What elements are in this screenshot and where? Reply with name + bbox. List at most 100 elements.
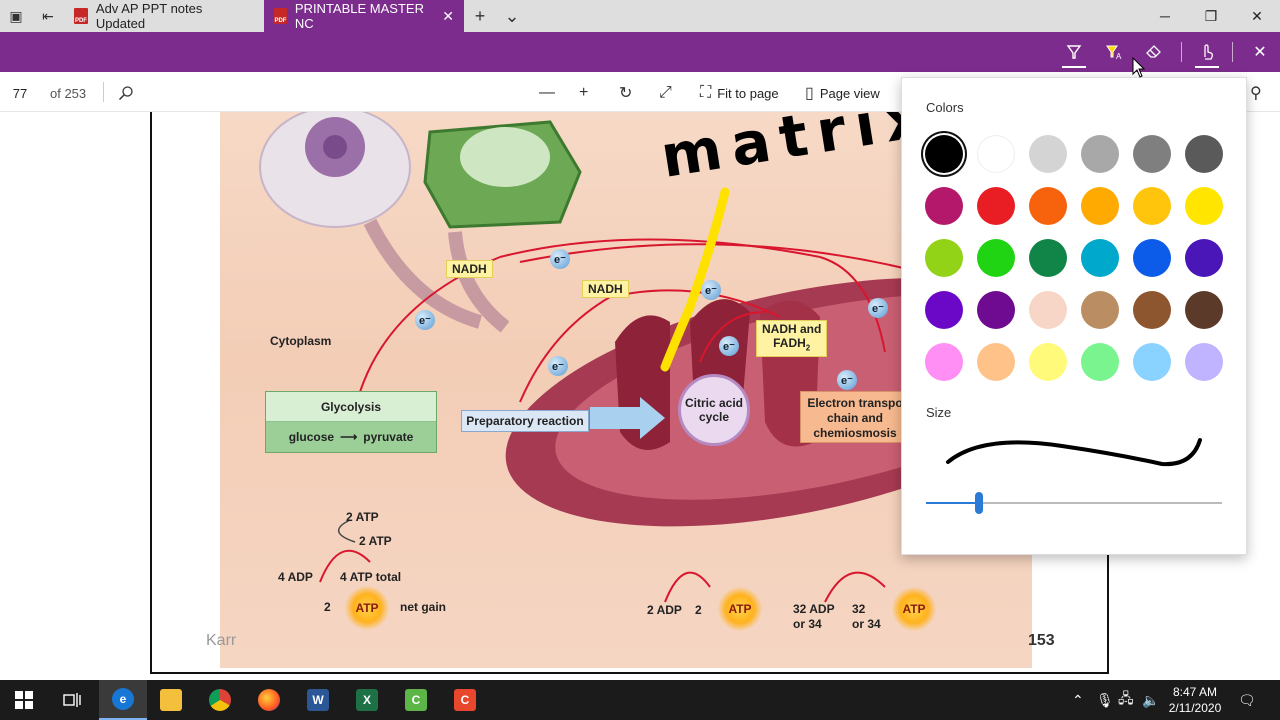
color-swatch[interactable] — [925, 291, 963, 329]
taskbar-camtasia-recorder[interactable]: C — [392, 680, 440, 720]
adp-32-label: 32 ADP or 34 — [793, 602, 835, 632]
color-swatch[interactable] — [1133, 187, 1171, 225]
network-tray[interactable]: 🖧 — [1118, 680, 1134, 720]
speaker-muted-icon: 🔈 — [1142, 691, 1160, 708]
taskbar-firefox[interactable] — [245, 680, 293, 720]
arrow-right-icon: ⟶ — [340, 430, 358, 444]
show-hidden-icons-button[interactable]: ⌃ — [1072, 680, 1084, 720]
color-swatch[interactable] — [1081, 239, 1119, 277]
color-swatch[interactable] — [977, 239, 1015, 277]
color-swatch[interactable] — [925, 239, 963, 277]
colors-heading: Colors — [926, 100, 964, 115]
color-swatch[interactable] — [1185, 291, 1223, 329]
touch-writing-button[interactable] — [1187, 32, 1227, 72]
set-aside-tabs-icon[interactable]: ⇤ — [32, 0, 64, 32]
citric-line2: cycle — [698, 410, 730, 424]
highlight-button[interactable]: A — [1094, 32, 1134, 72]
full-screen-button[interactable]: ⤢ — [659, 80, 672, 106]
edge-icon: e — [112, 688, 134, 710]
color-swatch[interactable] — [1081, 187, 1119, 225]
atp-burst-icon: ATP — [345, 586, 389, 630]
tab-label: Adv AP PPT notes Updated — [95, 1, 203, 31]
color-swatch[interactable] — [925, 135, 963, 173]
color-swatch[interactable] — [977, 343, 1015, 381]
page-view-button[interactable]: ▯ Page view — [805, 80, 880, 106]
net-gain-label: net gain — [400, 600, 447, 614]
notification-icon: 🗨 — [1238, 691, 1256, 708]
find-button[interactable] — [118, 80, 134, 106]
color-swatch[interactable] — [977, 187, 1015, 225]
zoom-in-button[interactable]: + — [579, 80, 588, 106]
electron-marker: e⁻ — [550, 249, 570, 269]
color-swatch[interactable] — [925, 343, 963, 381]
taskbar-file-explorer[interactable] — [147, 680, 195, 720]
system-clock[interactable]: 8:47 AM 2/11/2020 — [1162, 684, 1228, 716]
color-swatch[interactable] — [1133, 291, 1171, 329]
pin-toolbar-button[interactable]: ⚲ — [1250, 80, 1262, 106]
color-swatch[interactable] — [1185, 135, 1223, 173]
electron-marker: e⁻ — [868, 298, 888, 318]
color-swatch[interactable] — [1029, 135, 1067, 173]
preparatory-reaction-box: Preparatory reaction — [461, 410, 589, 432]
color-swatch[interactable] — [1081, 291, 1119, 329]
atp-total-label: 4 ATP total — [340, 570, 402, 584]
fit-to-page-button[interactable]: ⛶ Fit to page — [700, 80, 779, 106]
color-swatch[interactable] — [1133, 239, 1171, 277]
color-swatch[interactable] — [1029, 187, 1067, 225]
color-swatch[interactable] — [1029, 343, 1067, 381]
rotate-button[interactable]: ↻ — [619, 80, 632, 106]
page-number-input[interactable]: 77 — [0, 80, 40, 106]
tab-adv-ap-ppt-notes[interactable]: PDF Adv AP PPT notes Updated — [64, 0, 264, 32]
pdf-icon: PDF — [74, 8, 88, 24]
title-bar: ▣ ⇤ PDF Adv AP PPT notes Updated PDF PRI… — [0, 0, 1280, 32]
minimize-button[interactable]: ─ — [1142, 0, 1188, 32]
color-swatch[interactable] — [1029, 291, 1067, 329]
size-heading: Size — [926, 405, 952, 420]
restore-button[interactable]: ❐ — [1188, 0, 1234, 32]
size-slider-thumb[interactable] — [975, 492, 984, 514]
task-view-button[interactable] — [48, 680, 96, 720]
start-button[interactable] — [0, 680, 48, 720]
electron-marker: e⁻ — [701, 280, 721, 300]
taskbar-excel[interactable]: X — [343, 680, 391, 720]
taskbar-camtasia[interactable]: C — [441, 680, 489, 720]
glucose-label: glucose — [288, 430, 335, 444]
draw-button[interactable] — [1054, 32, 1094, 72]
color-swatch[interactable] — [1029, 239, 1067, 277]
color-swatch[interactable] — [1081, 343, 1119, 381]
close-ink-button[interactable]: ✕ — [1240, 32, 1280, 72]
volume-tray[interactable]: 🔈 — [1142, 680, 1159, 720]
color-swatch[interactable] — [1133, 135, 1171, 173]
color-swatch[interactable] — [977, 291, 1015, 329]
tab-actions-icon[interactable]: ▣ — [0, 0, 32, 32]
atp-32-count: 32 or 34 — [852, 602, 881, 632]
color-swatch[interactable] — [1185, 187, 1223, 225]
tab-preview-chevron-icon[interactable]: ⌄ — [496, 0, 528, 32]
etc-line3: chemiosmosis — [813, 426, 897, 440]
action-center-button[interactable]: 🗨 — [1238, 680, 1256, 720]
etc-line2: chain and — [826, 411, 883, 425]
fit-to-page-icon: ⛶ — [700, 84, 712, 101]
zoom-out-button[interactable]: — — [539, 80, 555, 106]
color-swatch[interactable] — [1133, 343, 1171, 381]
color-swatch[interactable] — [1185, 343, 1223, 381]
ink-toolbar: A ✕ — [0, 32, 1280, 72]
color-swatch[interactable] — [977, 135, 1015, 173]
new-tab-button[interactable]: + — [464, 0, 496, 32]
taskbar-chrome[interactable] — [196, 680, 244, 720]
nadh-fadh2-tag: NADH and FADH2 — [756, 320, 828, 358]
microphone-tray[interactable]: 🎙 — [1096, 680, 1114, 720]
windows-taskbar: e W X C C ⌃ 🎙 🖧 🔈 8:47 AM 2/11/2020 🗨 — [0, 680, 1280, 720]
taskbar-word[interactable]: W — [294, 680, 342, 720]
search-icon — [118, 86, 133, 101]
file-explorer-icon — [160, 689, 182, 711]
tab-close-icon[interactable]: ✕ — [442, 8, 454, 25]
window-close-button[interactable]: ✕ — [1234, 0, 1280, 32]
windows-start-icon — [15, 691, 33, 709]
tab-printable-master[interactable]: PDF PRINTABLE MASTER NC ✕ — [264, 0, 464, 32]
color-swatch[interactable] — [1185, 239, 1223, 277]
taskbar-edge[interactable]: e — [99, 680, 147, 720]
adp-label: 4 ADP — [278, 570, 313, 584]
color-swatch[interactable] — [925, 187, 963, 225]
color-swatch[interactable] — [1081, 135, 1119, 173]
